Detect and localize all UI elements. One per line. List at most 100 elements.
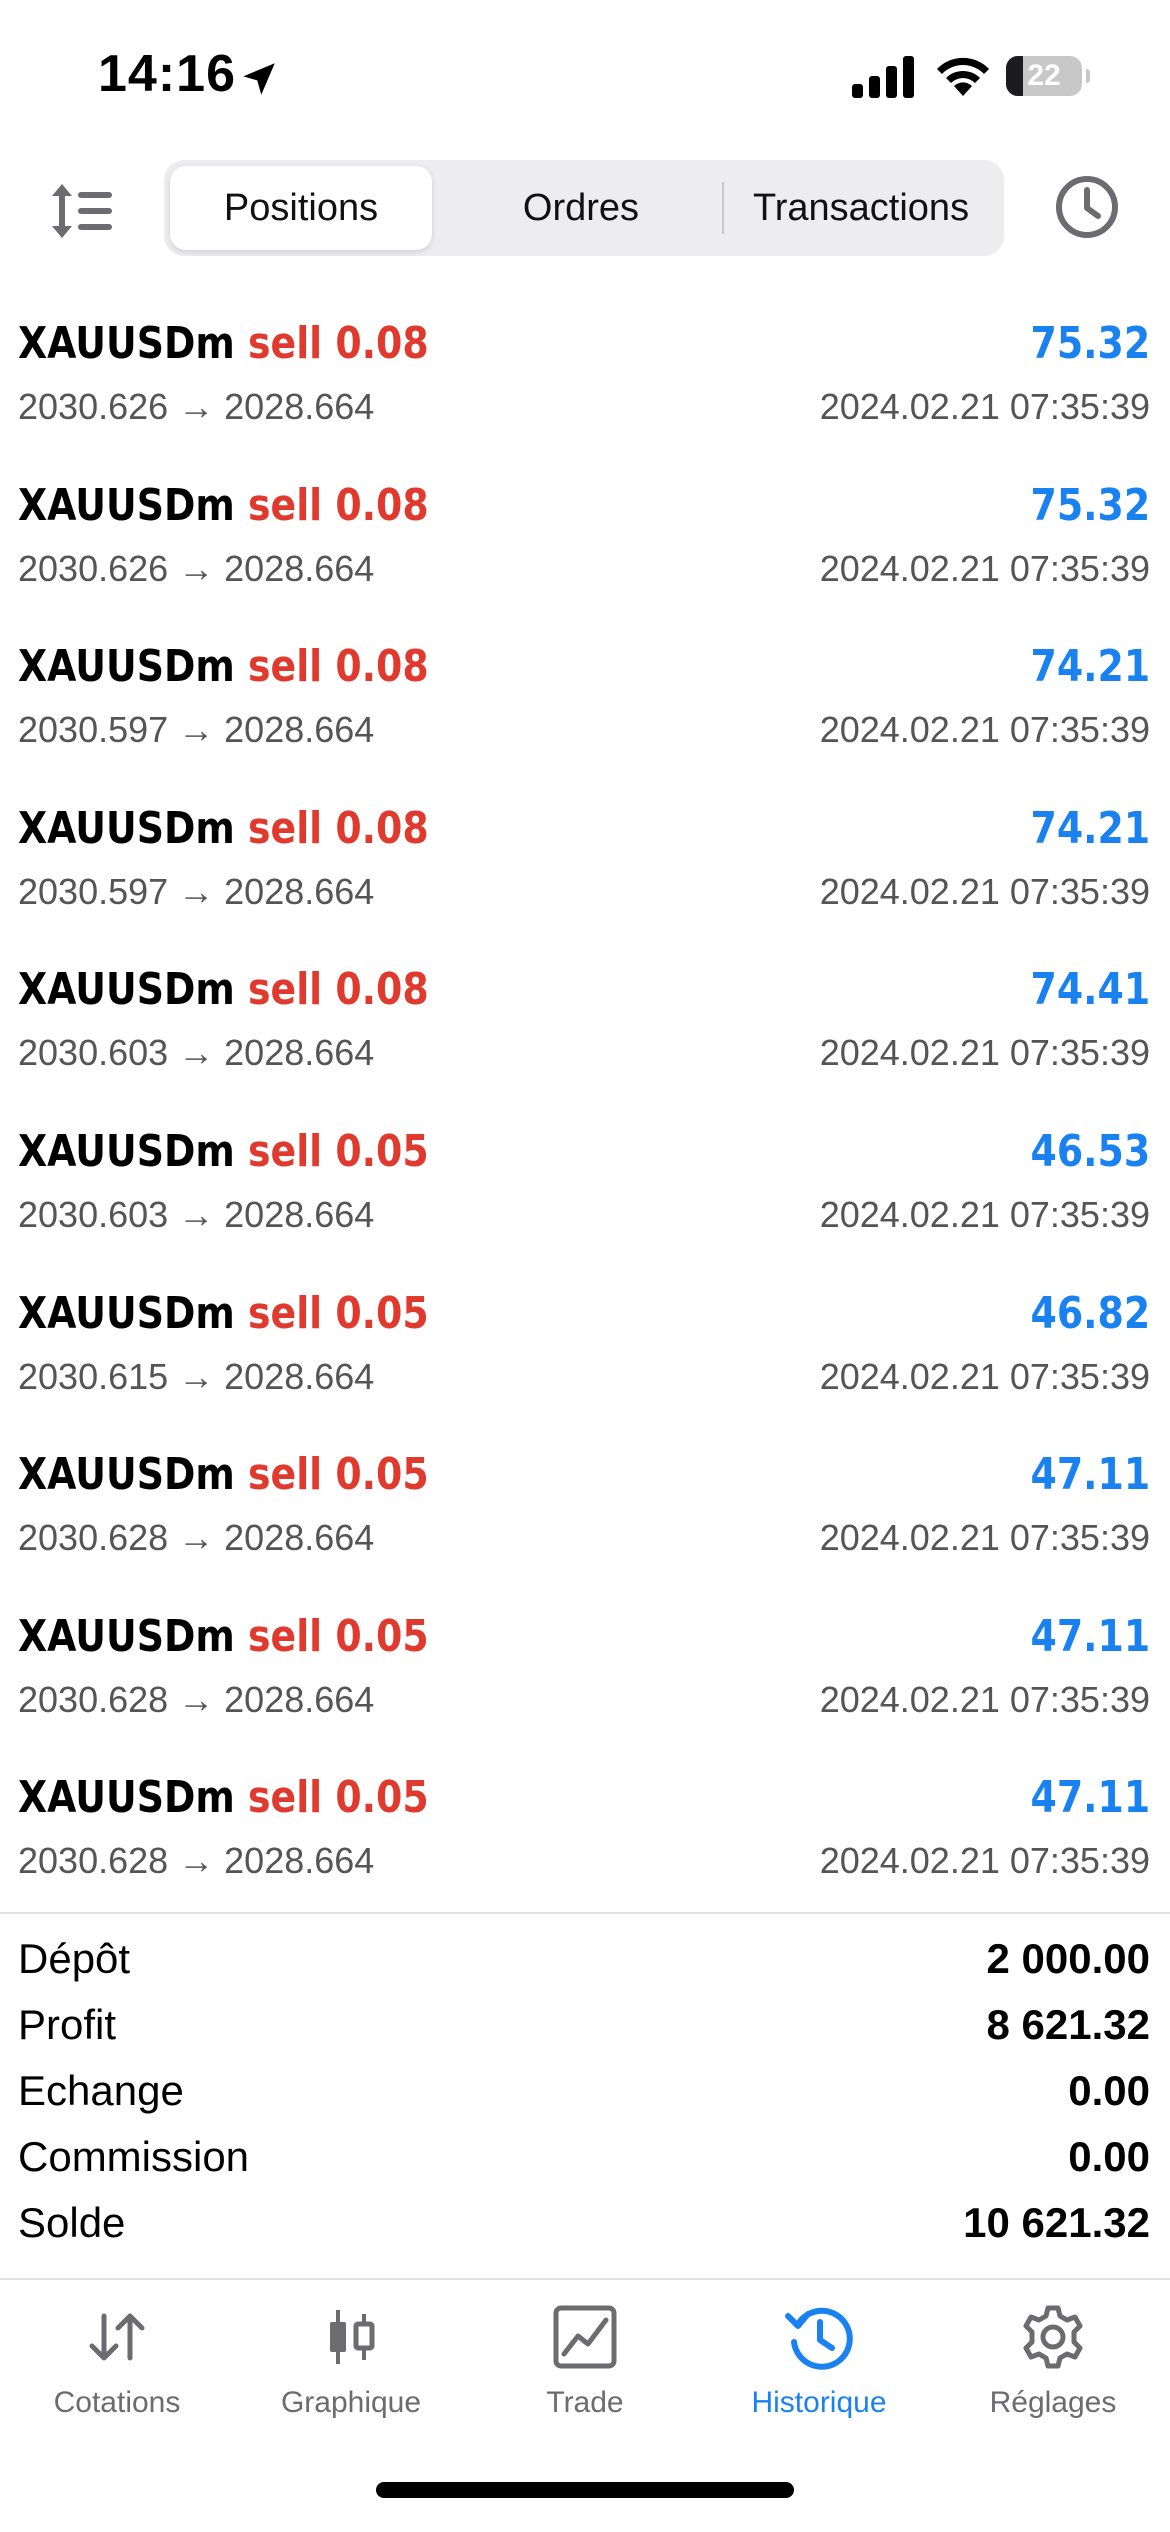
row-time: 2024.02.21 07:35:39 xyxy=(819,1355,1150,1397)
summary-label: Commission xyxy=(18,2133,250,2180)
battery-level: 22 xyxy=(1027,59,1061,92)
history-icon xyxy=(785,2307,853,2370)
position-row[interactable]: XAUUSDm sell 0.05 46.53 2030.603 → 2028.… xyxy=(0,1100,1170,1262)
tab-label: Historique xyxy=(751,2386,887,2419)
row-symbol-line: XAUUSDm sell 0.08 xyxy=(18,964,429,1015)
row-time: 2024.02.21 07:35:39 xyxy=(819,1840,1150,1882)
row-prices: 2030.603 → 2028.664 xyxy=(18,1032,375,1074)
position-row[interactable]: XAUUSDm sell 0.05 47.11 2030.628 → 2028.… xyxy=(0,1585,1170,1747)
row-time: 2024.02.21 07:35:39 xyxy=(819,1193,1150,1235)
row-prices: 2030.626 → 2028.664 xyxy=(18,547,375,589)
tab-cotations[interactable]: Cotations xyxy=(0,2302,234,2442)
row-side: sell 0.05 xyxy=(248,1449,429,1501)
position-row[interactable]: XAUUSDm sell 0.08 75.32 2030.626 → 2028.… xyxy=(0,454,1170,616)
tabbar-divider xyxy=(0,2278,1170,2280)
row-side: sell 0.05 xyxy=(248,1287,429,1339)
row-time: 2024.02.21 07:35:39 xyxy=(819,709,1150,751)
position-row[interactable]: XAUUSDm sell 0.08 74.21 2030.597 → 2028.… xyxy=(0,777,1170,939)
summary-label: Profit xyxy=(18,2001,117,2048)
tab-positions[interactable]: Positions xyxy=(170,166,432,250)
row-symbol: XAUUSDm xyxy=(18,318,235,369)
candlestick-icon xyxy=(330,2310,375,2364)
positions-list: XAUUSDm sell 0.08 75.32 2030.626 → 2028.… xyxy=(0,292,1170,1908)
row-symbol: XAUUSDm xyxy=(18,479,235,531)
row-prices: 2030.597 → 2028.664 xyxy=(18,870,375,912)
summary-row-balance: Solde 10 621.32 xyxy=(0,2189,1170,2255)
row-side: sell 0.08 xyxy=(248,964,429,1016)
summary-row-profit: Profit 8 621.32 xyxy=(0,1991,1170,2057)
summary-row-swap: Echange 0.00 xyxy=(0,2057,1170,2123)
tab-label: Trade xyxy=(546,2386,624,2419)
summary-value: 0.00 xyxy=(1068,2133,1150,2180)
row-time: 2024.02.21 07:35:39 xyxy=(819,386,1150,427)
list-divider xyxy=(0,1912,1170,1914)
status-bar: 14:16 22 xyxy=(0,0,1170,150)
position-row[interactable]: XAUUSDm sell 0.08 74.21 2030.597 → 2028.… xyxy=(0,615,1170,777)
summary-row-deposit: Dépôt 2 000.00 xyxy=(0,1925,1170,1991)
summary-label: Solde xyxy=(18,2199,126,2246)
row-symbol-line: XAUUSDm sell 0.05 xyxy=(18,1126,429,1177)
summary-panel: Dépôt 2 000.00 Profit 8 621.32 Echange 0… xyxy=(0,1925,1170,2255)
row-symbol: XAUUSDm xyxy=(18,641,235,693)
location-arrow-icon xyxy=(243,63,275,95)
row-symbol: XAUUSDm xyxy=(18,1772,235,1824)
tab-historique[interactable]: Historique xyxy=(702,2302,936,2442)
row-time: 2024.02.21 07:35:39 xyxy=(819,547,1150,589)
row-side: sell 0.05 xyxy=(248,1610,429,1662)
row-prices: 2030.628 → 2028.664 xyxy=(18,1517,375,1559)
tab-trade[interactable]: Trade xyxy=(468,2302,702,2442)
position-row[interactable]: XAUUSDm sell 0.08 74.41 2030.603 → 2028.… xyxy=(0,938,1170,1100)
row-side: sell 0.08 xyxy=(248,479,429,531)
tab-label: Graphique xyxy=(280,2386,422,2419)
row-time: 2024.02.21 07:35:39 xyxy=(819,1678,1150,1720)
row-time: 2024.02.21 07:35:39 xyxy=(819,870,1150,912)
toolbar: Positions Ordres Transactions xyxy=(0,160,1170,260)
sort-icon[interactable] xyxy=(50,180,114,242)
row-profit: 75.32 xyxy=(1030,479,1150,531)
row-profit: 74.21 xyxy=(1030,802,1150,854)
summary-value: 0.00 xyxy=(1068,2067,1150,2114)
trade-chart-icon xyxy=(553,2305,617,2369)
tab-ordres[interactable]: Ordres xyxy=(440,166,722,250)
row-symbol-line: XAUUSDm sell 0.05 xyxy=(18,1288,429,1339)
cellular-signal-icon xyxy=(852,56,914,98)
summary-value: 8 621.32 xyxy=(986,2001,1151,2048)
row-symbol-line: XAUUSDm sell 0.08 xyxy=(18,318,429,369)
row-profit: 74.41 xyxy=(1030,964,1150,1016)
position-row[interactable]: XAUUSDm sell 0.05 47.11 2030.628 → 2028.… xyxy=(0,1423,1170,1585)
summary-value: 2 000.00 xyxy=(986,1935,1151,1982)
row-profit: 47.11 xyxy=(1030,1449,1150,1501)
row-profit: 74.21 xyxy=(1030,641,1150,693)
row-symbol-line: XAUUSDm sell 0.05 xyxy=(18,1611,429,1662)
row-symbol: XAUUSDm xyxy=(18,964,235,1016)
row-symbol-line: XAUUSDm sell 0.08 xyxy=(18,803,429,854)
arrows-updown-icon xyxy=(89,2313,145,2361)
position-row[interactable]: XAUUSDm sell 0.08 75.32 2030.626 → 2028.… xyxy=(0,292,1170,454)
row-side: sell 0.05 xyxy=(248,1772,429,1824)
battery-body: 22 xyxy=(1006,56,1082,96)
tab-label: Réglages xyxy=(989,2386,1117,2419)
tab-bar: Cotations Graphique Trade Historique Rég… xyxy=(0,2282,1170,2452)
status-time: 14:16 xyxy=(98,45,236,103)
home-indicator[interactable] xyxy=(376,2482,794,2498)
row-profit: 47.11 xyxy=(1030,1610,1150,1662)
summary-label: Dépôt xyxy=(18,1935,131,1982)
summary-label: Echange xyxy=(18,2067,184,2114)
summary-row-commission: Commission 0.00 xyxy=(0,2123,1170,2189)
row-symbol-line: XAUUSDm sell 0.05 xyxy=(18,1772,429,1823)
tab-label: Cotations xyxy=(53,2386,181,2419)
position-row[interactable]: XAUUSDm sell 0.05 47.11 2030.628 → 2028.… xyxy=(0,1746,1170,1908)
tab-reglages[interactable]: Réglages xyxy=(936,2302,1170,2442)
battery-cap xyxy=(1086,69,1090,83)
summary-value: 10 621.32 xyxy=(963,2199,1150,2246)
row-symbol: XAUUSDm xyxy=(18,1287,235,1339)
row-profit: 46.53 xyxy=(1030,1125,1150,1177)
row-symbol-line: XAUUSDm sell 0.05 xyxy=(18,1449,429,1500)
segmented-control: Positions Ordres Transactions xyxy=(164,160,1004,256)
clock-icon[interactable] xyxy=(1054,174,1120,240)
tab-graphique[interactable]: Graphique xyxy=(234,2302,468,2442)
row-symbol: XAUUSDm xyxy=(18,1125,235,1177)
position-row[interactable]: XAUUSDm sell 0.05 46.82 2030.615 → 2028.… xyxy=(0,1262,1170,1424)
tab-transactions[interactable]: Transactions xyxy=(724,166,998,250)
row-prices: 2030.628 → 2028.664 xyxy=(18,1678,375,1720)
